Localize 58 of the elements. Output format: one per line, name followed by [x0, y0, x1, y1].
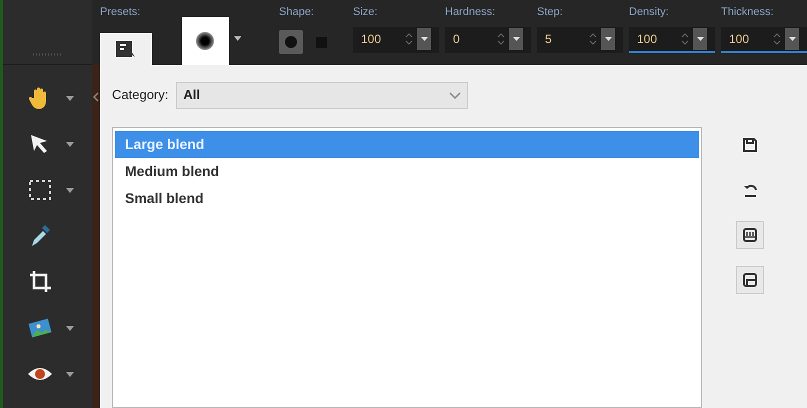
caret-icon — [788, 37, 796, 41]
card-icon — [742, 272, 758, 288]
caret-icon — [604, 37, 612, 41]
caret-icon[interactable] — [66, 326, 74, 330]
field-label: Size: — [353, 7, 378, 18]
dropdown-button[interactable] — [509, 28, 523, 50]
grip-icon[interactable] — [32, 53, 62, 56]
spinner-icon[interactable] — [497, 31, 505, 47]
field-label: Thickness: — [721, 7, 775, 18]
brush-preset-icon — [114, 39, 138, 59]
preset-action-button[interactable] — [736, 221, 764, 249]
category-dropdown[interactable]: All — [176, 82, 468, 108]
shape-label: Shape: — [279, 7, 315, 18]
spin-field[interactable]: 100 — [353, 27, 439, 53]
eye-icon[interactable] — [26, 366, 52, 382]
spin-field[interactable]: 100 — [721, 27, 807, 53]
field-value: 100 — [729, 31, 750, 48]
brush-preview[interactable] — [182, 17, 229, 65]
spin-field[interactable]: 100 — [629, 27, 715, 53]
field-label: Hardness: — [445, 7, 496, 18]
field-value: 0 — [453, 31, 461, 48]
dropdown-button[interactable] — [417, 28, 431, 50]
crop-icon[interactable] — [28, 270, 50, 294]
caret-icon[interactable] — [66, 96, 74, 100]
spinner-icon[interactable] — [405, 31, 413, 47]
caret-icon[interactable] — [66, 188, 74, 192]
field-value: 100 — [637, 31, 658, 48]
shape-option[interactable] — [279, 30, 303, 54]
curved-arrow-icon — [742, 182, 758, 198]
dropdown-button[interactable] — [785, 28, 799, 50]
dropdown-button[interactable] — [601, 28, 615, 50]
presets-tab[interactable] — [100, 33, 152, 65]
dropdown-button[interactable] — [693, 28, 707, 50]
presets-label: Presets: — [100, 7, 142, 18]
selection-icon[interactable] — [28, 179, 52, 201]
field-label: Step: — [537, 7, 564, 18]
caret-icon — [420, 37, 428, 41]
chevron-down-icon — [449, 92, 462, 98]
field-value: 100 — [361, 31, 382, 48]
spin-field[interactable]: 0 — [445, 27, 531, 53]
caret-icon[interactable] — [234, 36, 241, 41]
card-icon — [742, 227, 758, 243]
chevron-icon[interactable] — [93, 92, 99, 102]
caret-icon[interactable] — [66, 142, 74, 146]
round-tip-icon — [285, 36, 297, 48]
caret-icon — [696, 37, 704, 41]
caret-icon[interactable] — [66, 372, 74, 376]
spin-field[interactable]: 5 — [537, 27, 623, 53]
brush-tip-icon — [196, 32, 214, 50]
floppy-icon — [742, 137, 758, 153]
spinner-icon[interactable] — [773, 31, 781, 47]
field-label: Density: — [629, 7, 670, 18]
preset-action-button[interactable] — [736, 266, 764, 294]
field-value: 5 — [545, 31, 553, 48]
spinner-icon[interactable] — [681, 31, 689, 47]
category-label: Category: — [112, 86, 168, 104]
caret-icon — [512, 37, 520, 41]
spinner-icon[interactable] — [589, 31, 597, 47]
